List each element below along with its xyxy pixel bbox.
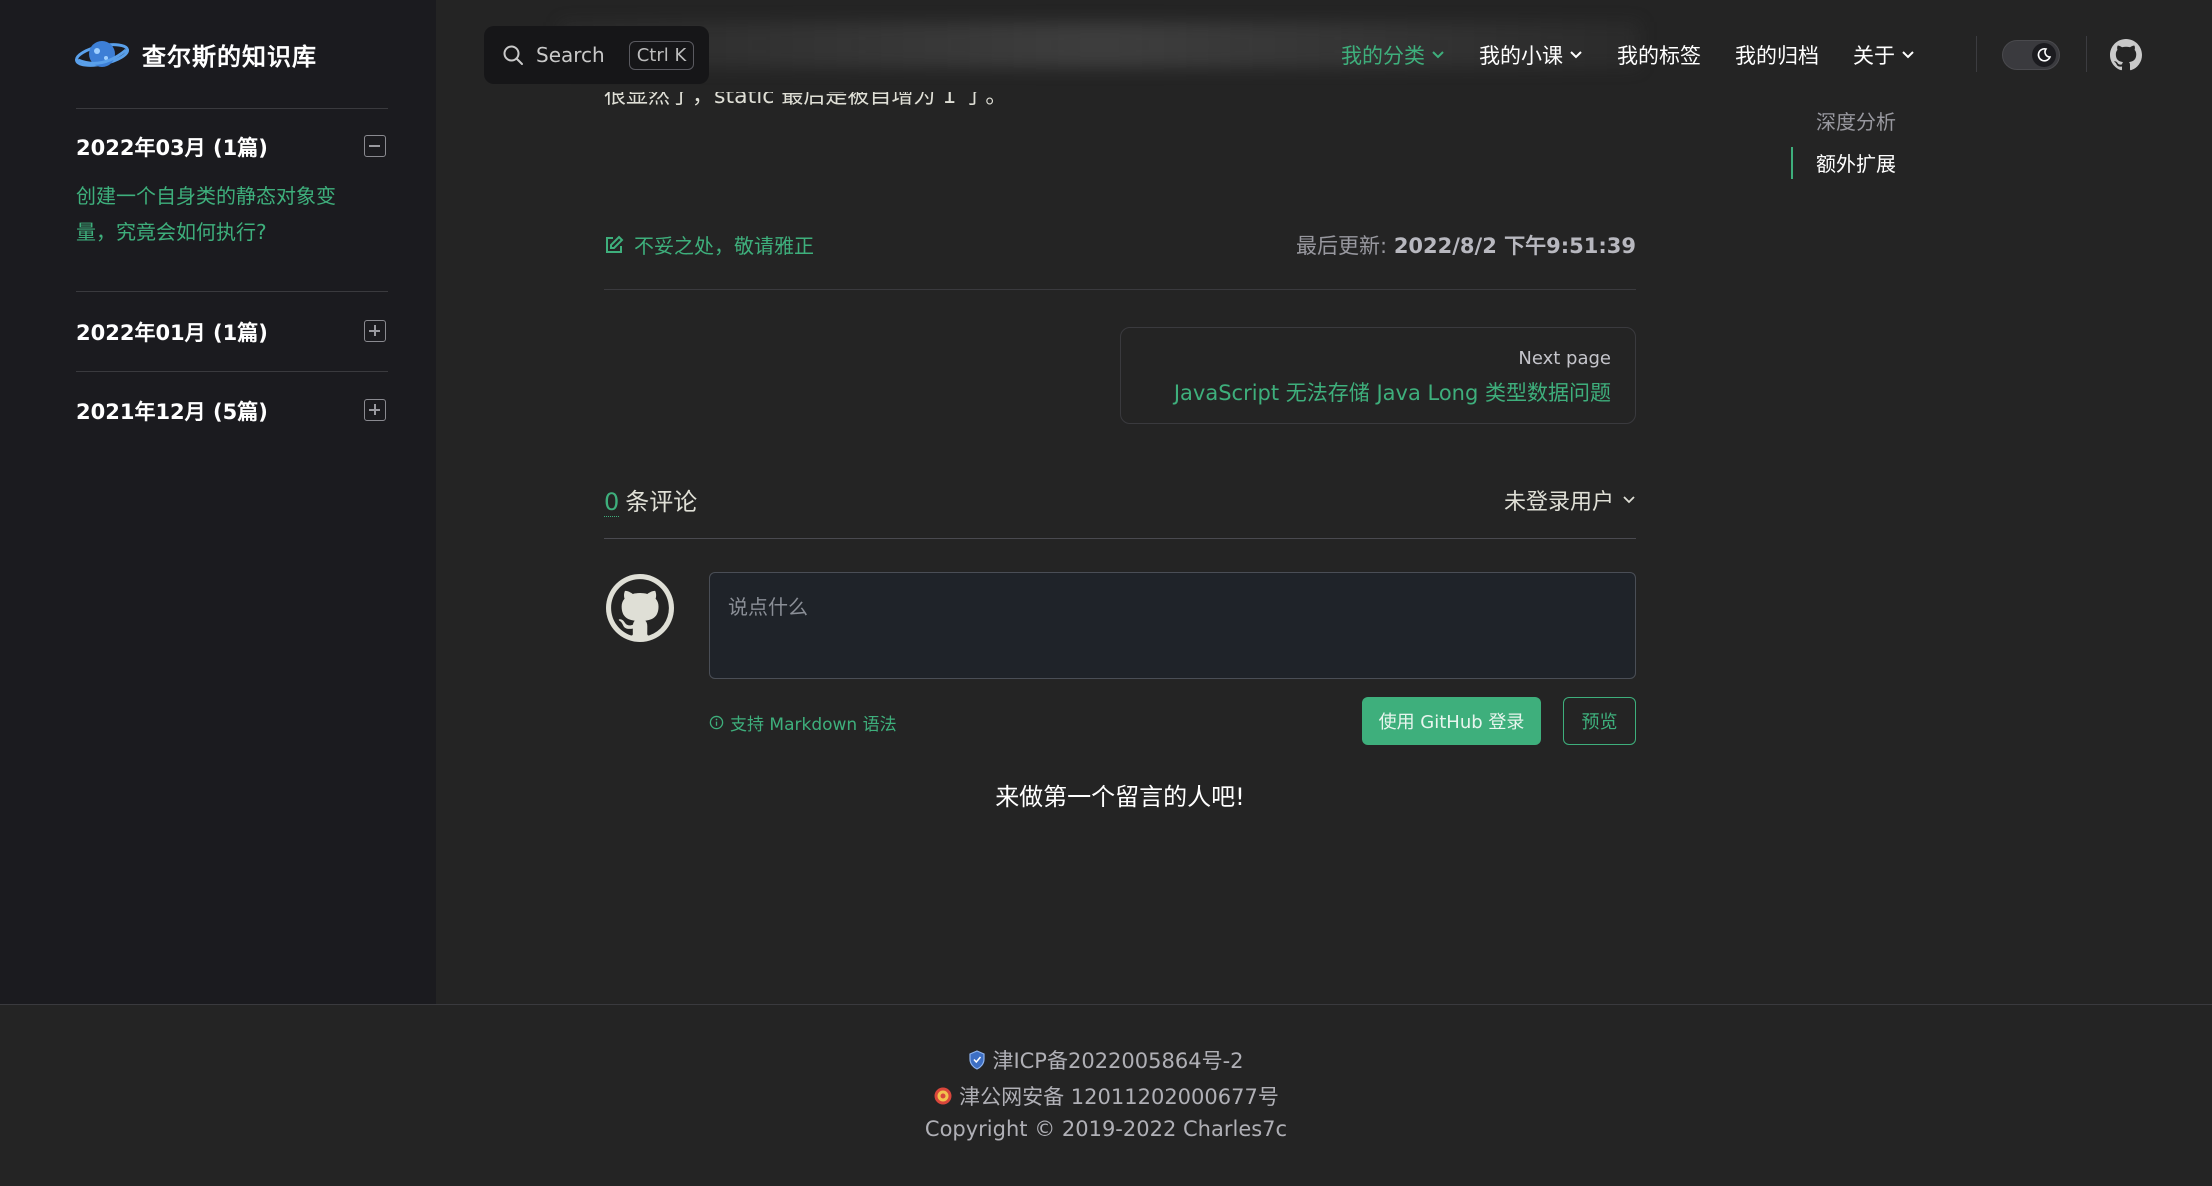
collapse-icon[interactable]	[364, 135, 386, 157]
markdown-hint-label: 支持 Markdown 语法	[730, 715, 897, 735]
chevron-down-icon	[1622, 495, 1636, 505]
next-page-title: JavaScript 无法存储 Java Long 类型数据问题	[1173, 381, 1611, 405]
info-icon	[709, 715, 724, 730]
outline-active-marker	[1791, 147, 1793, 179]
comment-count-suffix: 条评论	[625, 488, 698, 516]
preview-button[interactable]: 预览	[1563, 697, 1636, 745]
dark-mode-toggle[interactable]	[2002, 40, 2060, 70]
expand-icon[interactable]	[364, 399, 386, 421]
content-divider	[604, 289, 1636, 290]
sidebar-article-link[interactable]: 创建一个自身类的静态对象变量，究竟会如何执行?	[76, 178, 366, 250]
sidebar-divider	[76, 108, 388, 109]
copyright: Copyright © 2019-2022 Charles7c	[0, 1117, 2212, 1141]
police-record-text: 津公网安备 12011202000677号	[959, 1085, 1279, 1109]
site-logo-link[interactable]: 查尔斯的知识库	[74, 34, 317, 74]
nav-item-label: 我的标签	[1617, 44, 1701, 68]
copyright-text: Copyright © 2019-2022 Charles7c	[924, 1117, 1288, 1141]
nav-item-label: 关于	[1853, 44, 1895, 68]
police-badge-icon	[933, 1086, 953, 1106]
sidebar-group-title[interactable]: 2022年03月 (1篇)	[76, 132, 268, 162]
search-shortcut-badge: Ctrl K	[628, 40, 695, 70]
nav-item-categories[interactable]: 我的分类	[1341, 40, 1445, 70]
police-record-link[interactable]: 津公网安备 12011202000677号	[0, 1081, 2212, 1111]
outline-item-active[interactable]: 额外扩展	[1816, 148, 1896, 177]
edit-link-label: 不妥之处，敬请雅正	[634, 234, 814, 258]
sidebar-divider	[76, 291, 388, 292]
last-updated-value: 2022/8/2 下午9:51:39	[1393, 234, 1636, 258]
next-page-link[interactable]: Next page JavaScript 无法存储 Java Long 类型数据…	[1120, 327, 1636, 424]
last-updated: 最后更新: 2022/8/2 下午9:51:39	[1296, 230, 1636, 260]
nav-divider	[2086, 36, 2087, 72]
chevron-down-icon	[1901, 50, 1915, 60]
edit-page-link[interactable]: 不妥之处，敬请雅正	[604, 230, 814, 259]
comment-count: 0 条评论	[604, 482, 697, 517]
github-icon[interactable]	[2110, 39, 2142, 71]
next-page-label: Next page	[1518, 348, 1611, 369]
sidebar-divider	[76, 371, 388, 372]
planet-logo-icon	[74, 34, 130, 74]
outline-item[interactable]: 深度分析	[1816, 106, 1896, 135]
nav-item-about[interactable]: 关于	[1853, 40, 1915, 70]
shield-icon	[968, 1050, 986, 1070]
site-title: 查尔斯的知识库	[142, 42, 317, 71]
chevron-down-icon	[1431, 50, 1445, 60]
nav-divider	[1976, 36, 1977, 72]
search-button[interactable]: Search Ctrl K	[484, 26, 709, 84]
sidebar-group-title[interactable]: 2022年01月 (1篇)	[76, 317, 268, 347]
nav-item-label: 我的归档	[1735, 44, 1819, 68]
github-avatar-icon	[606, 574, 674, 642]
expand-icon[interactable]	[364, 320, 386, 342]
last-updated-label: 最后更新:	[1296, 234, 1388, 258]
footer: 津ICP备2022005864号-2 津公网安备 12011202000677号…	[0, 1004, 2212, 1186]
comment-count-number: 0	[604, 488, 620, 517]
article-text-partial: 很显然了，static 最后是被自增为 1 了。	[604, 92, 1044, 112]
chevron-down-icon	[1569, 50, 1583, 60]
nav-item-label: 我的小课	[1479, 44, 1563, 68]
moon-icon	[2032, 43, 2056, 67]
markdown-hint-link[interactable]: 支持 Markdown 语法	[709, 710, 897, 735]
empty-comments-message: 来做第一个留言的人吧!	[995, 783, 1245, 811]
search-label: Search	[536, 43, 605, 67]
icp-link[interactable]: 津ICP备2022005864号-2	[0, 1045, 2212, 1075]
user-label: 未登录用户	[1503, 490, 1614, 515]
comment-divider	[604, 538, 1636, 539]
icp-text: 津ICP备2022005864号-2	[992, 1049, 1244, 1073]
nav-item-tags[interactable]: 我的标签	[1617, 40, 1701, 70]
comment-input[interactable]	[709, 572, 1636, 679]
nav-item-courses[interactable]: 我的小课	[1479, 40, 1583, 70]
sidebar: 查尔斯的知识库 2022年03月 (1篇) 创建一个自身类的静态对象变量，究竟会…	[0, 0, 436, 1004]
search-icon	[502, 44, 524, 66]
sidebar-group-title[interactable]: 2021年12月 (5篇)	[76, 396, 268, 426]
top-nav: 我的分类 我的小课 我的标签 我的归档 关于	[1341, 40, 1949, 70]
user-dropdown[interactable]: 未登录用户	[1504, 484, 1636, 516]
nav-item-archives[interactable]: 我的归档	[1735, 40, 1819, 70]
github-login-button[interactable]: 使用 GitHub 登录	[1362, 697, 1541, 745]
article-text: 很显然了，static 最后是被自增为 1 了。	[604, 92, 1008, 109]
edit-icon	[604, 235, 624, 255]
nav-item-label: 我的分类	[1341, 44, 1425, 68]
